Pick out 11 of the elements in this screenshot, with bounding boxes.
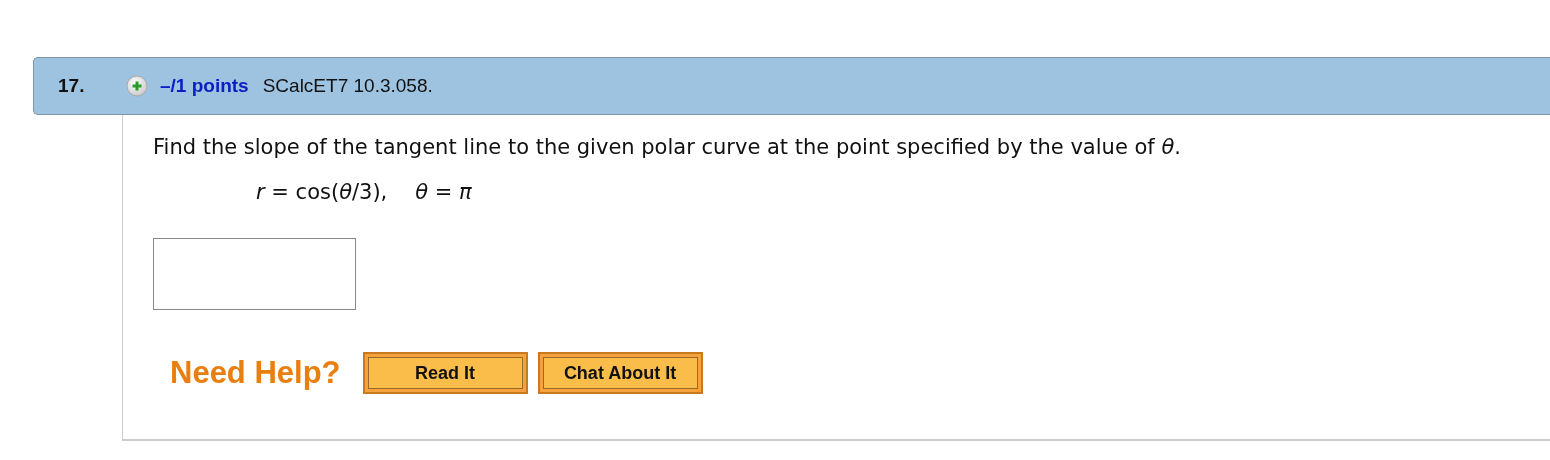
help-button[interactable]: Chat About It: [537, 352, 703, 394]
plus-icon[interactable]: [126, 75, 148, 97]
question-prompt: Find the slope of the tangent line to the given polar curve at the point specified by the value of θ.: [153, 134, 1182, 161]
points-label: –/1 points: [160, 75, 249, 97]
answer-field[interactable]: [153, 238, 356, 310]
problem-source: SCalcET7 10.3.058.: [262, 75, 433, 97]
help-button[interactable]: Read It: [362, 352, 528, 394]
need-help-label: Need Help?: [170, 355, 341, 391]
equation: r = cos(θ/3),: [256, 179, 388, 206]
equation: θ = π: [415, 179, 472, 206]
question-number: 17.: [58, 75, 86, 97]
